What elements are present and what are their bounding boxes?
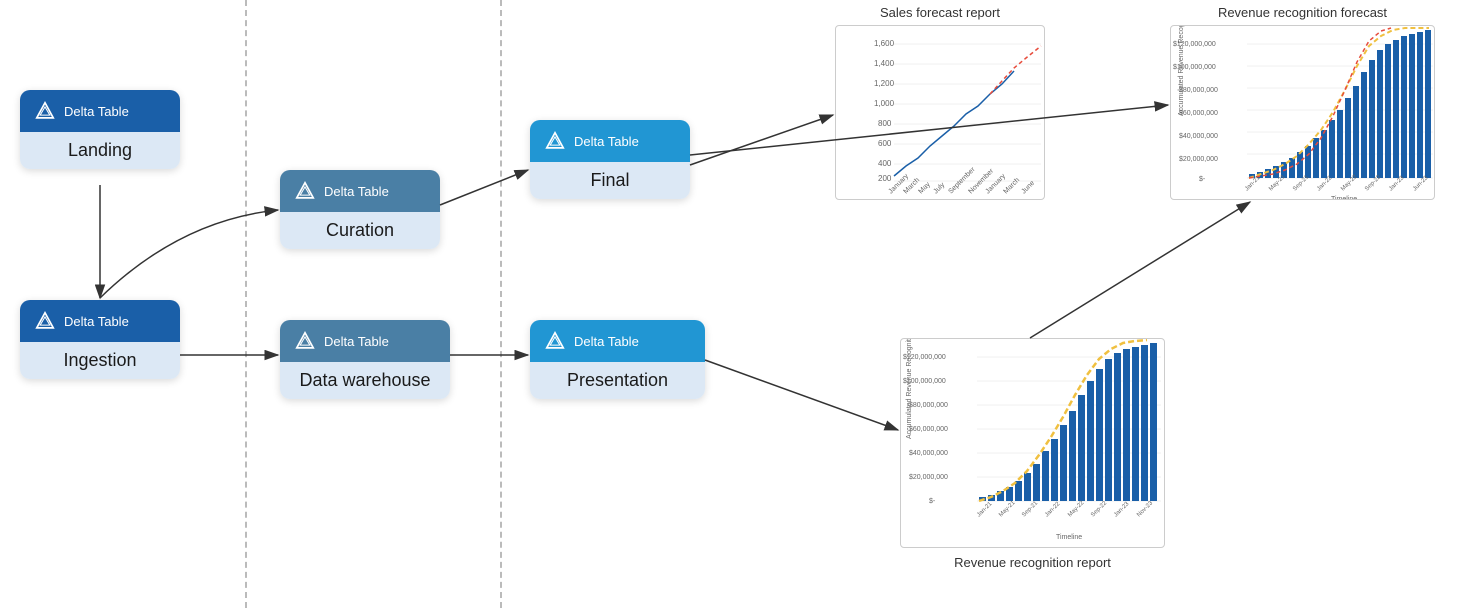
node-ingestion-body: Ingestion	[20, 342, 180, 379]
node-final-header: Delta Table	[530, 120, 690, 162]
svg-text:Accumulated Revenue Recognitio: Accumulated Revenue Recognition	[906, 339, 913, 439]
node-landing-header: Delta Table	[20, 90, 180, 132]
node-ingestion: Delta Table Ingestion	[20, 300, 180, 379]
node-landing-header-text: Delta Table	[64, 104, 129, 119]
chart-revenue-forecast-label: Revenue recognition forecast	[1170, 5, 1435, 20]
diagram-container: Delta Table Landing Delta Table Ingestio…	[0, 0, 1465, 608]
svg-text:Jan-22: Jan-22	[1044, 501, 1062, 519]
chart-revenue-report-label: Revenue recognition report	[900, 555, 1165, 570]
svg-text:June: June	[1020, 180, 1036, 196]
svg-text:600: 600	[878, 139, 892, 148]
svg-text:$-: $-	[1199, 176, 1206, 183]
chart-sales-forecast: 1,600 1,400 1,200 1,000 800 600 400 200 …	[835, 25, 1045, 200]
svg-text:400: 400	[878, 159, 892, 168]
delta-icon-landing	[34, 100, 56, 122]
svg-text:July: July	[932, 181, 946, 195]
node-curation-header-text: Delta Table	[324, 184, 389, 199]
divider-2	[500, 0, 502, 608]
svg-text:1,000: 1,000	[874, 99, 895, 108]
svg-text:200: 200	[878, 174, 892, 183]
svg-text:800: 800	[878, 119, 892, 128]
svg-text:$20,000,000: $20,000,000	[909, 474, 948, 481]
delta-icon-datawarehouse	[294, 330, 316, 352]
chart-sales-forecast-label: Sales forecast report	[835, 5, 1045, 20]
node-datawarehouse-body: Data warehouse	[280, 362, 450, 399]
svg-text:1,400: 1,400	[874, 59, 895, 68]
svg-text:$60,000,000: $60,000,000	[909, 426, 948, 433]
svg-text:$80,000,000: $80,000,000	[909, 402, 948, 409]
chart-revenue-forecast-svg: $120,000,000 $100,000,000 $80,000,000 $6…	[1171, 26, 1435, 200]
node-datawarehouse-header: Delta Table	[280, 320, 450, 362]
node-landing-body: Landing	[20, 132, 180, 169]
svg-text:Nov-23: Nov-23	[1136, 500, 1154, 518]
svg-text:Timeline: Timeline	[1056, 534, 1082, 541]
svg-text:1,600: 1,600	[874, 39, 895, 48]
svg-text:1,200: 1,200	[874, 79, 895, 88]
svg-text:$40,000,000: $40,000,000	[1179, 133, 1218, 140]
node-final: Delta Table Final	[530, 120, 690, 199]
node-ingestion-header-text: Delta Table	[64, 314, 129, 329]
node-presentation: Delta Table Presentation	[530, 320, 705, 399]
divider-1	[245, 0, 247, 608]
svg-text:$20,000,000: $20,000,000	[1179, 156, 1218, 163]
node-curation-header: Delta Table	[280, 170, 440, 212]
delta-icon-final	[544, 130, 566, 152]
chart-revenue-forecast: $120,000,000 $100,000,000 $80,000,000 $6…	[1170, 25, 1435, 200]
node-datawarehouse: Delta Table Data warehouse	[280, 320, 450, 399]
chart-revenue-report: $120,000,000 $100,000,000 $80,000,000 $6…	[900, 338, 1165, 548]
node-datawarehouse-header-text: Delta Table	[324, 334, 389, 349]
node-curation-body: Curation	[280, 212, 440, 249]
chart-sales-forecast-svg: 1,600 1,400 1,200 1,000 800 600 400 200 …	[836, 26, 1045, 200]
node-curation: Delta Table Curation	[280, 170, 440, 249]
svg-text:Sep-22: Sep-22	[1090, 500, 1108, 518]
svg-text:$40,000,000: $40,000,000	[909, 450, 948, 457]
chart-revenue-report-svg: $120,000,000 $100,000,000 $80,000,000 $6…	[901, 339, 1165, 548]
node-presentation-header-text: Delta Table	[574, 334, 639, 349]
delta-icon-presentation	[544, 330, 566, 352]
svg-text:May-21: May-21	[998, 500, 1017, 519]
node-presentation-body: Presentation	[530, 362, 705, 399]
svg-text:$-: $-	[929, 498, 936, 505]
node-ingestion-header: Delta Table	[20, 300, 180, 342]
node-final-body: Final	[530, 162, 690, 199]
svg-text:Timeline: Timeline	[1331, 196, 1357, 200]
svg-text:Sep-21: Sep-21	[1021, 500, 1039, 518]
delta-icon-curation	[294, 180, 316, 202]
svg-text:Jan-21: Jan-21	[976, 501, 994, 519]
delta-icon-ingestion	[34, 310, 56, 332]
svg-text:May-22: May-22	[1067, 500, 1086, 519]
node-landing: Delta Table Landing	[20, 90, 180, 169]
svg-text:Jan-23: Jan-23	[1113, 501, 1131, 519]
svg-text:Accumulated Revenue Recognitio: Accumulated Revenue Recognition	[1178, 26, 1185, 116]
node-presentation-header: Delta Table	[530, 320, 705, 362]
node-final-header-text: Delta Table	[574, 134, 639, 149]
